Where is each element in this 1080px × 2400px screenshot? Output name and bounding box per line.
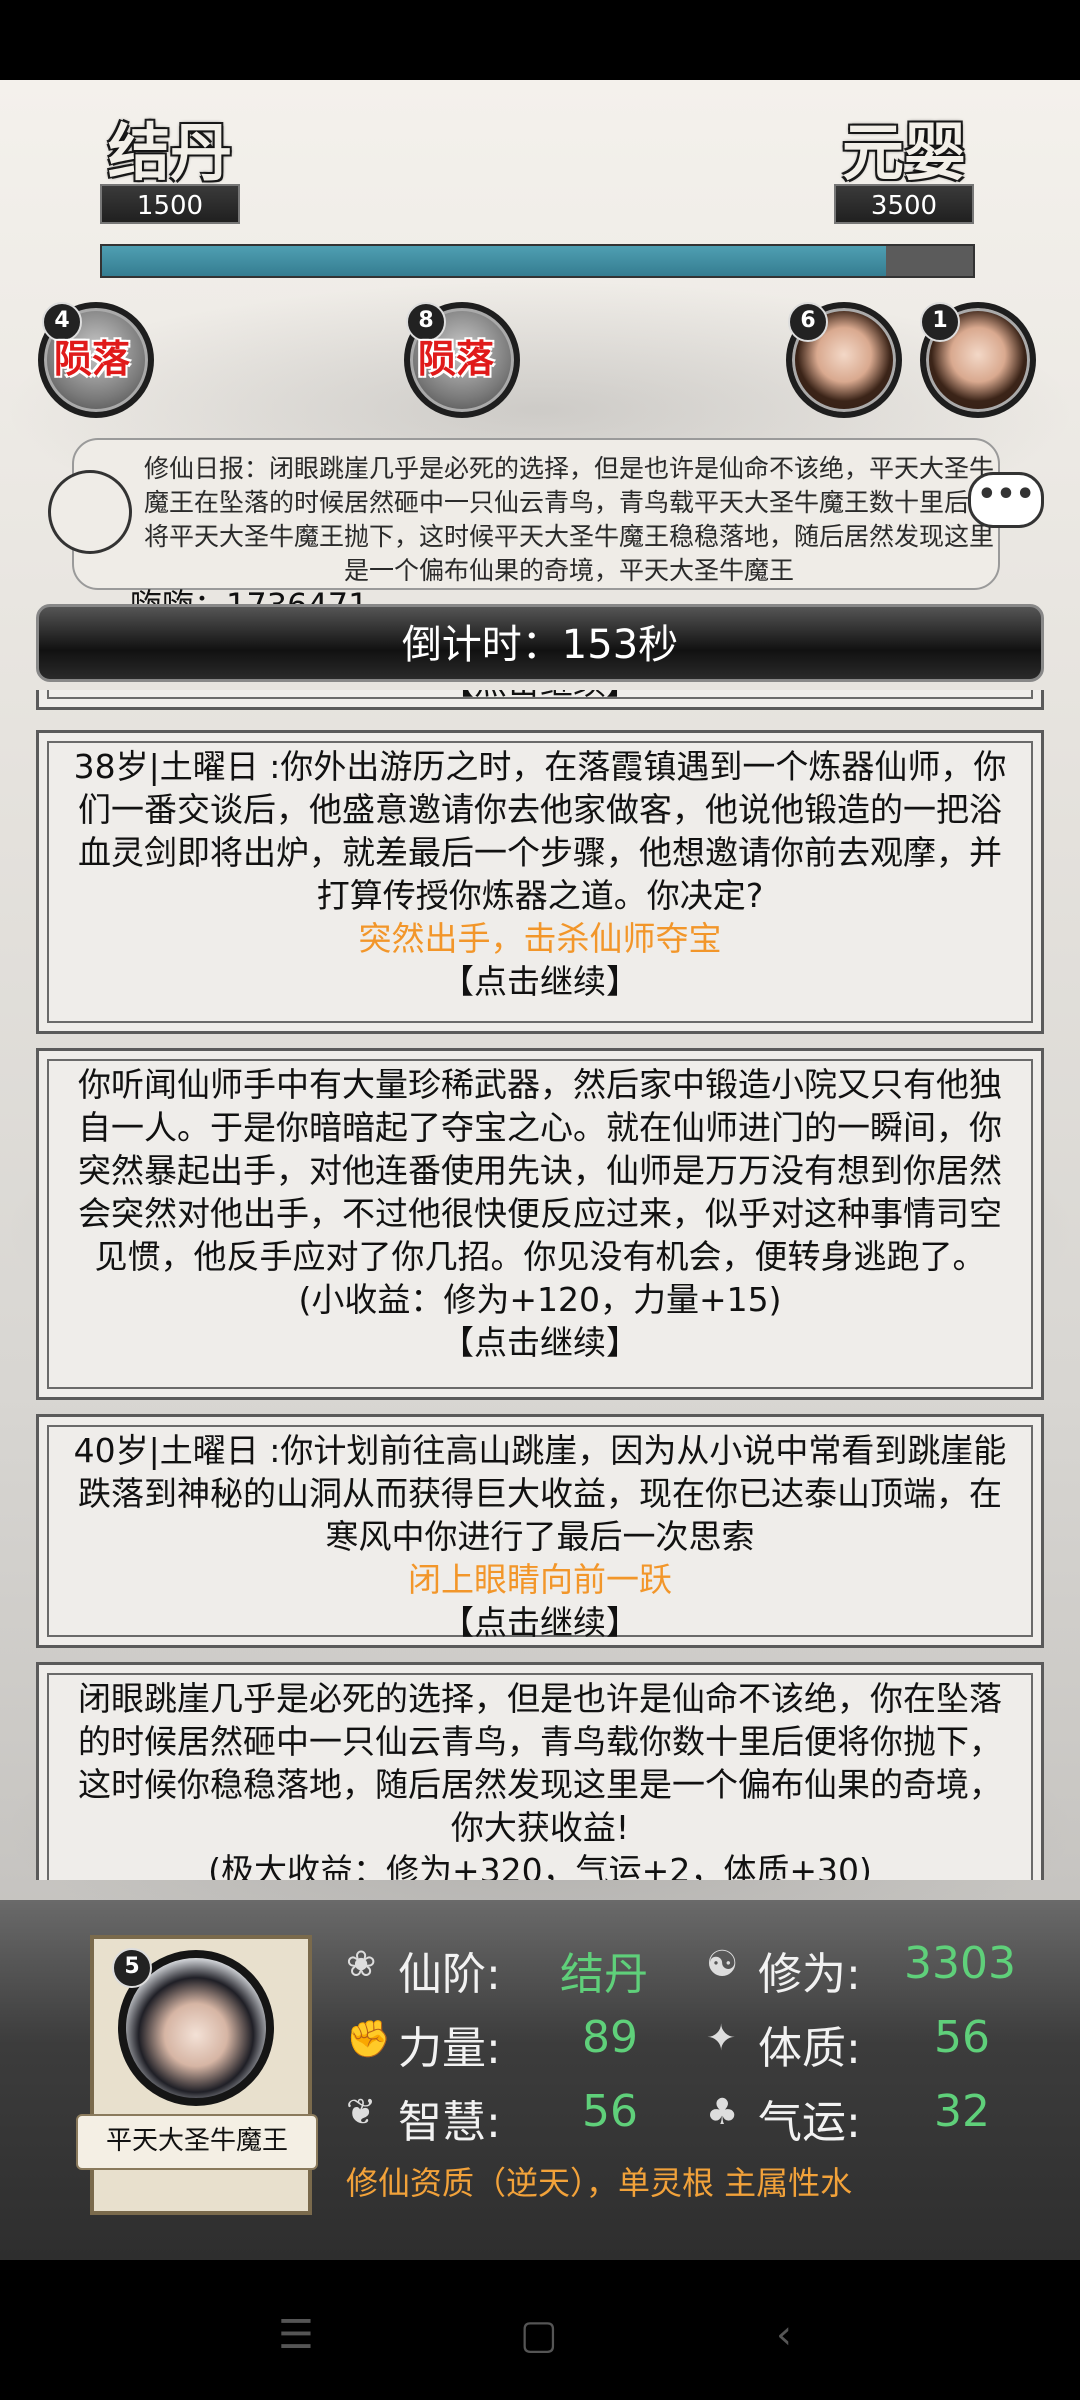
cultivation-news-panel[interactable]: 修仙日报：闭眼跳崖几乎是必死的选择，但是也许是仙命不该绝，平天大圣牛魔王在坠落的…: [72, 438, 1000, 590]
constitution-value: 56: [934, 2012, 990, 2063]
player-badge: 5: [112, 1948, 152, 1988]
event-text: 38岁|土曜日 :你外出游历之时，在落霞镇遇到一个炼器仙师，你们一番交谈后，他盛…: [73, 747, 1007, 915]
status-bar: [0, 0, 1080, 80]
luck-label: 气运:: [758, 2097, 861, 2148]
cultivation-value: 3303: [904, 1938, 1016, 1989]
fallen-label: 陨落: [54, 337, 131, 381]
aptitude-text: 修仙资质（逆天），单灵根 主属性水: [346, 2164, 853, 2202]
event-card-partial[interactable]: 【点击继续】: [36, 690, 1044, 710]
event-choice[interactable]: 突然出手，击杀仙师夺宝: [73, 917, 1007, 960]
cultivation-icon: ☯: [706, 1944, 739, 1985]
rank-icon: ❀: [346, 1944, 377, 1985]
continue-link[interactable]: 【点击继续】: [73, 1321, 1007, 1364]
event-text: 你听闻仙师手中有大量珍稀武器，然后家中锻造小院又只有他独自一人。于是你暗暗起了夺…: [78, 1065, 1002, 1276]
continue-link[interactable]: 【点击继续】: [39, 690, 1041, 716]
event-card[interactable]: 你听闻仙师手中有大量珍稀武器，然后家中锻造小院又只有他独自一人。于是你暗暗起了夺…: [36, 1048, 1044, 1400]
strength-icon: ✊: [346, 2019, 391, 2060]
continue-link[interactable]: 【点击继续】: [73, 1601, 1007, 1644]
wisdom-icon: ❦: [346, 2092, 377, 2133]
constitution-icon: ✦: [706, 2018, 737, 2059]
event-result: (极大收益：修为+320，气运+2，体质+30): [208, 1851, 872, 1880]
news-text: 修仙日报：闭眼跳崖几乎是必死的选择，但是也许是仙命不该绝，平天大圣牛魔王在坠落的…: [144, 454, 995, 585]
strength-label: 力量:: [398, 2023, 501, 2074]
luck-icon: ♣: [706, 2092, 739, 2133]
strength-value: 89: [582, 2012, 638, 2063]
cultivation-progress-bar: [100, 244, 975, 278]
event-choice[interactable]: 闭上眼睛向前一跃: [73, 1558, 1007, 1601]
continue-link[interactable]: 【点击继续】: [73, 960, 1007, 1003]
current-realm-value: 1500: [100, 184, 240, 224]
fallen-label: 陨落: [418, 337, 495, 381]
wisdom-label: 智慧:: [398, 2097, 501, 2148]
chat-icon[interactable]: •••: [968, 472, 1044, 528]
opponent-badge: 6: [788, 302, 828, 342]
event-text: 闭眼跳崖几乎是必死的选择，但是也许是仙命不该绝，你在坠落的时候居然砸中一只仙云青…: [78, 1679, 1002, 1847]
player-name: 平天大圣牛魔王: [76, 2114, 318, 2170]
countdown-banner: 倒计时：153秒: [36, 604, 1044, 682]
next-realm-value: 3500: [834, 184, 974, 224]
opponent-badge: 1: [920, 302, 960, 342]
event-card[interactable]: 40岁|土曜日 :你计划前往高山跳崖，因为从小说中常看到跳崖能跌落到神秘的山洞从…: [36, 1414, 1044, 1648]
menu-nav-icon[interactable]: ☰: [278, 2312, 314, 2358]
event-card[interactable]: 38岁|土曜日 :你外出游历之时，在落霞镇遇到一个炼器仙师，你们一番交谈后，他盛…: [36, 730, 1044, 1034]
luck-value: 32: [934, 2086, 990, 2137]
horn-icon: [48, 470, 132, 554]
next-realm-title: 元婴: [842, 116, 967, 189]
cultivation-label: 修为:: [758, 1949, 861, 2000]
event-result: (小收益：修为+120，力量+15): [298, 1280, 782, 1319]
back-nav-icon[interactable]: ‹: [776, 2312, 792, 2358]
home-nav-icon[interactable]: ▢: [520, 2312, 558, 2358]
constitution-label: 体质:: [758, 2023, 861, 2074]
current-realm-title: 结丹: [108, 116, 233, 189]
wisdom-value: 56: [582, 2086, 638, 2137]
rank-label: 仙阶:: [398, 1949, 501, 2000]
event-log[interactable]: 【点击继续】 38岁|土曜日 :你外出游历之时，在落霞镇遇到一个炼器仙师，你们一…: [36, 690, 1044, 1880]
event-card[interactable]: 闭眼跳崖几乎是必死的选择，但是也许是仙命不该绝，你在坠落的时候居然砸中一只仙云青…: [36, 1662, 1044, 1880]
event-text: 40岁|土曜日 :你计划前往高山跳崖，因为从小说中常看到跳崖能跌落到神秘的山洞从…: [73, 1431, 1007, 1556]
rank-value: 结丹: [560, 1949, 648, 2000]
progress-fill: [102, 246, 886, 276]
